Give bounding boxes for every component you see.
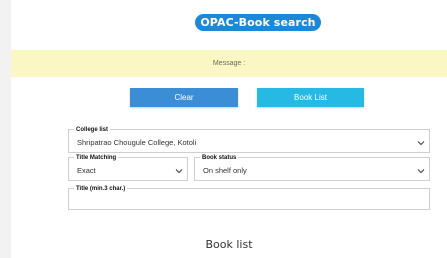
- chevron-down-icon: [175, 169, 183, 174]
- chevron-down-icon: [417, 141, 425, 146]
- message-bar: Message :: [11, 50, 447, 77]
- college-label: College list: [74, 126, 111, 134]
- title-matching-select[interactable]: Title Matching Exact: [68, 154, 188, 181]
- title-matching-label: Title Matching: [74, 154, 119, 162]
- clear-button[interactable]: Clear: [130, 88, 238, 107]
- book-list-heading: Book list: [205, 238, 253, 251]
- college-select[interactable]: College list Shripatrao Chougule College…: [68, 126, 430, 153]
- chevron-down-icon: [417, 169, 425, 174]
- title-matching-value: Exact: [77, 166, 96, 175]
- page-title: OPAC-Book search: [195, 14, 321, 31]
- book-list-button[interactable]: Book List: [257, 88, 364, 107]
- message-label: Message :: [212, 60, 246, 67]
- book-status-select[interactable]: Book status On shelf only: [194, 154, 430, 181]
- title-label: Title (min.3 char.): [74, 185, 128, 193]
- title-field: Title (min.3 char.): [68, 185, 433, 210]
- college-value: Shripatrao Chougule College, Kotoli: [77, 138, 197, 147]
- title-input[interactable]: [71, 193, 433, 207]
- opac-page: OPAC-Book search Message : Clear Book Li…: [11, 0, 447, 258]
- book-status-label: Book status: [200, 154, 239, 162]
- book-status-value: On shelf only: [203, 166, 247, 175]
